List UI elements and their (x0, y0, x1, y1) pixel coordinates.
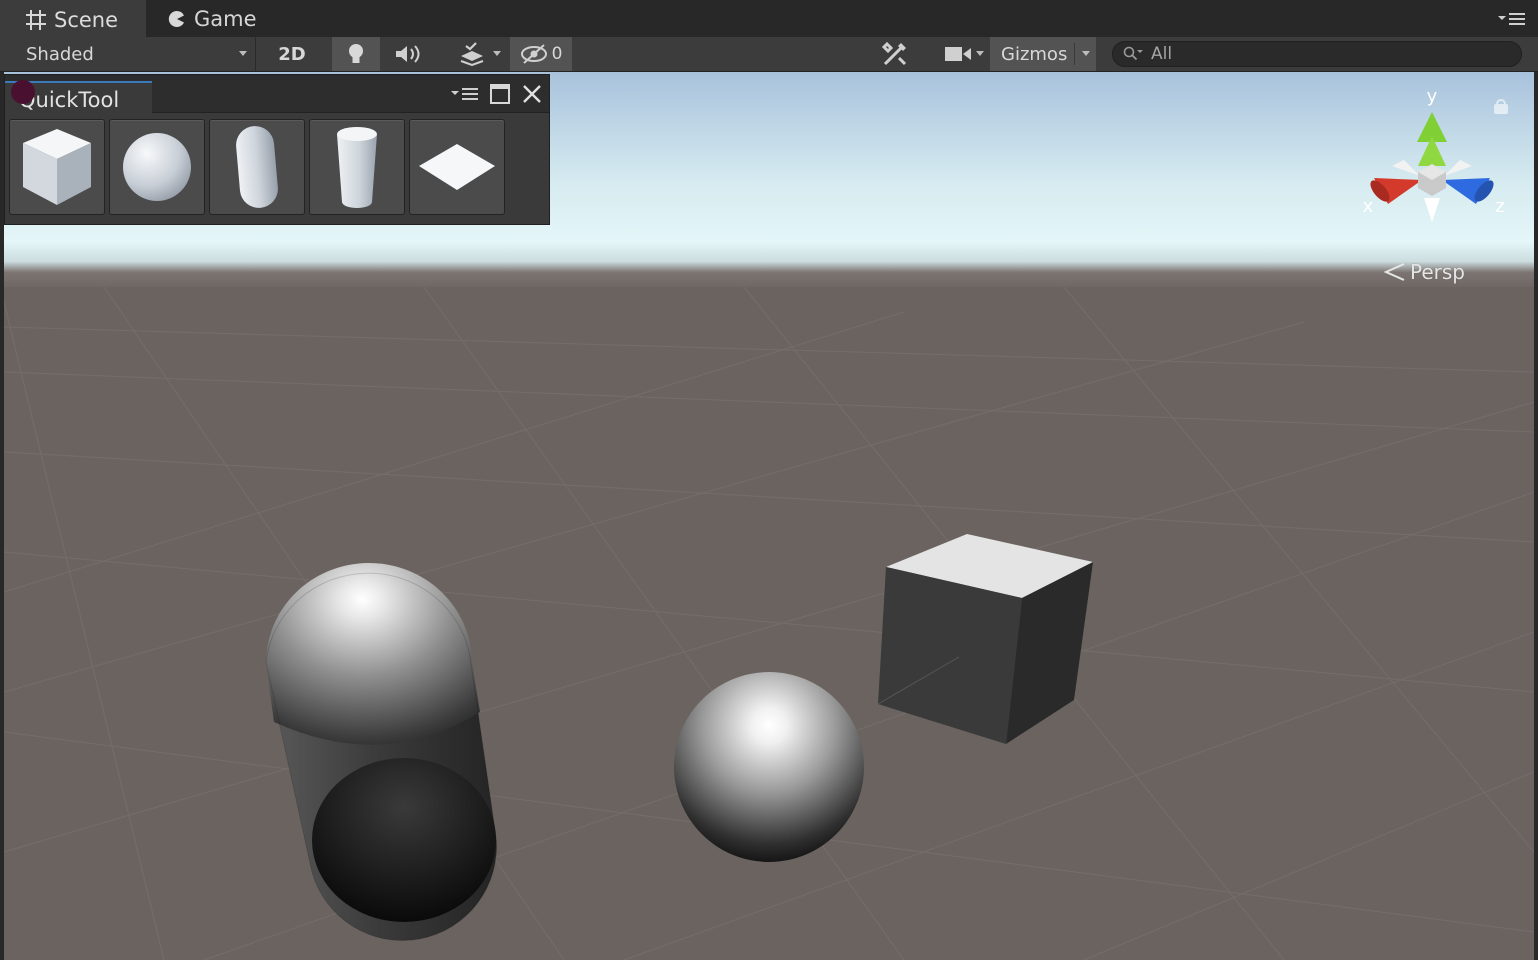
toggle-2d-button[interactable]: 2D (270, 37, 314, 71)
chevron-down-icon (493, 51, 501, 56)
create-cylinder-button[interactable] (309, 119, 405, 215)
chevron-down-icon (239, 51, 247, 56)
chevron-down-icon (1082, 51, 1090, 56)
scene-search-field[interactable] (1112, 41, 1522, 67)
audio-toggle-button[interactable] (383, 37, 433, 71)
projection-toggle[interactable]: Persp (1384, 260, 1465, 284)
search-input[interactable] (1151, 44, 1511, 64)
tab-game[interactable]: Game (160, 0, 290, 37)
close-icon[interactable] (521, 83, 543, 105)
tools-icon (881, 41, 907, 66)
search-icon (1123, 46, 1143, 61)
create-plane-button[interactable] (409, 119, 505, 215)
quicktool-window: QuickTool (4, 74, 550, 225)
lightbulb-icon (349, 44, 363, 63)
pacman-icon (168, 10, 184, 27)
create-capsule-button[interactable] (209, 119, 305, 215)
projection-label: Persp (1410, 260, 1465, 284)
gizmos-dropdown[interactable]: Gizmos (990, 37, 1096, 71)
sphere-object (674, 672, 864, 862)
camera-icon (945, 47, 971, 61)
gizmos-label: Gizmos (1001, 43, 1068, 65)
axis-label-y: y (1427, 86, 1438, 107)
toggle-2d-label: 2D (278, 43, 306, 65)
create-cube-button[interactable] (9, 119, 105, 215)
perspective-icon (1384, 263, 1405, 281)
effects-dropdown[interactable] (440, 37, 505, 71)
maximize-icon[interactable] (489, 83, 511, 105)
sphere-icon (123, 133, 191, 201)
quicktool-header: QuickTool (5, 75, 549, 113)
editor-tab-bar: Scene Game (0, 0, 1538, 37)
hidden-objects-count: 0 (551, 44, 563, 64)
tab-scene-label: Scene (54, 7, 119, 32)
chevron-down-icon (976, 51, 984, 56)
axis-label-z: z (1495, 196, 1504, 217)
camera-settings-dropdown[interactable] (926, 37, 990, 71)
plane-icon (419, 144, 495, 190)
cube-icon (23, 129, 91, 205)
window-indicator-dot (11, 80, 35, 104)
layers-icon (460, 42, 483, 66)
scene-tools-button[interactable] (872, 37, 918, 71)
shading-mode-dropdown[interactable]: Shaded (16, 37, 256, 71)
create-sphere-button[interactable] (109, 119, 205, 215)
grid-icon (26, 9, 46, 30)
scene-toolbar: Shaded 2D 0 Gizmos All (0, 37, 1538, 72)
cylinder-icon (337, 127, 377, 208)
axis-label-x: x (1363, 196, 1374, 217)
lighting-toggle-button[interactable] (332, 37, 380, 71)
window-menu-icon[interactable] (1498, 12, 1526, 26)
hidden-objects-toggle[interactable]: 0 (510, 37, 572, 71)
speaker-icon (396, 45, 420, 63)
gizmos-divider (1074, 43, 1075, 65)
eye-off-icon (520, 44, 547, 64)
tab-scene[interactable]: Scene (0, 0, 146, 37)
capsule-icon (236, 126, 278, 208)
tab-game-label: Game (194, 6, 257, 31)
shading-mode-label: Shaded (26, 43, 94, 65)
window-menu-icon[interactable] (451, 87, 479, 101)
